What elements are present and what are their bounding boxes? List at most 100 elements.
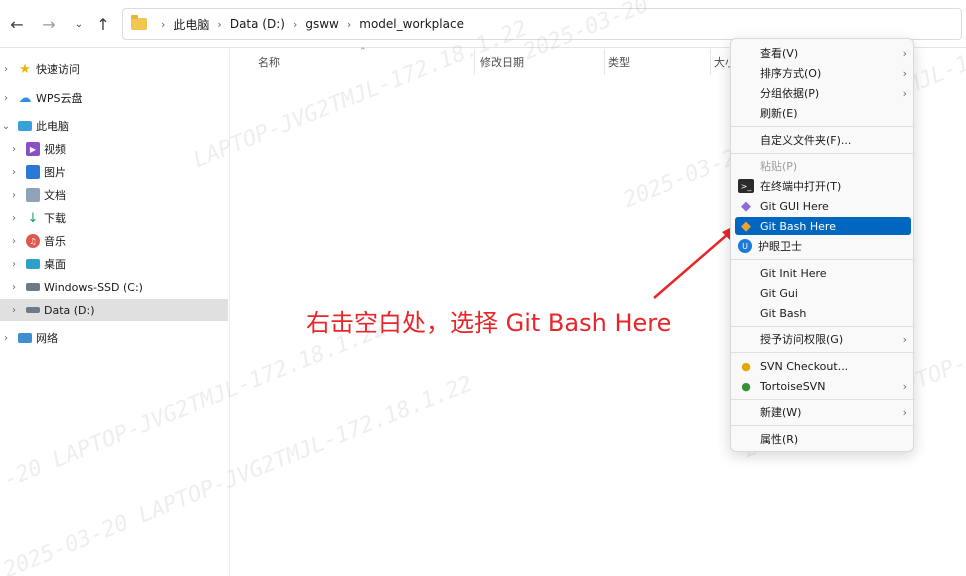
network-icon [18,333,32,343]
menu-item-customize-folder[interactable]: 自定义文件夹(F)... [735,131,911,149]
menu-item-git-gui[interactable]: Git Gui [735,284,911,302]
arrow-up-icon: ↑ [96,14,110,34]
menu-item-sort-by[interactable]: 排序方式(O) › [735,64,911,82]
recent-locations-button[interactable]: ⌄ [68,13,90,35]
menu-item-label: Git Init Here [760,266,827,280]
back-button[interactable]: ← [6,13,28,35]
chevron-right-icon[interactable]: › [0,93,12,104]
sidebar-item-this-pc[interactable]: ⌄ 此电脑 [0,115,228,137]
menu-separator [731,399,915,400]
sidebar-item-label: 快速访问 [36,63,80,76]
navigation-pane: › ★ 快速访问 › ☁ WPS云盘 ⌄ 此电脑 › ▶ 视频 › 图片 › 文… [0,49,230,576]
chevron-right-icon: › [902,46,907,60]
menu-item-refresh[interactable]: 刷新(E) [735,104,911,122]
svn-checkout-icon: ● [741,359,751,373]
address-bar[interactable]: › 此电脑 › Data (D:) › gsww › model_workpla… [122,8,962,40]
sidebar-item-quick-access[interactable]: › ★ 快速访问 [0,58,228,80]
menu-item-git-bash[interactable]: Git Bash [735,304,911,322]
menu-item-git-gui-here[interactable]: ◆ Git GUI Here [735,197,911,215]
menu-item-git-bash-here[interactable]: ◆ Git Bash Here [735,217,911,235]
sidebar-item-videos[interactable]: › ▶ 视频 [0,138,228,160]
menu-item-give-access[interactable]: 授予访问权限(G) › [735,330,911,348]
sidebar-item-label: 此电脑 [36,120,69,133]
chevron-right-icon[interactable]: › [8,213,20,224]
drive-icon [26,283,40,291]
menu-item-label: TortoiseSVN [760,379,826,393]
breadcrumb-item[interactable]: Data (D:) [230,17,285,31]
chevron-down-icon: ⌄ [74,18,84,30]
chevron-right-icon[interactable]: › [8,190,20,201]
terminal-icon: >_ [738,179,754,193]
sidebar-item-label: 下载 [44,212,66,225]
chevron-right-icon[interactable]: › [8,167,20,178]
menu-separator [731,153,915,154]
chevron-right-icon[interactable]: › [8,305,20,316]
menu-item-new[interactable]: 新建(W) › [735,403,911,421]
sidebar-item-drive-c[interactable]: › Windows-SSD (C:) [0,276,228,298]
breadcrumb-item[interactable]: 此电脑 [173,16,209,33]
menu-separator [731,126,915,127]
column-header-name[interactable]: 名称 [231,49,474,75]
menu-item-open-in-terminal[interactable]: >_ 在终端中打开(T) [735,177,911,195]
menu-item-tortoisesvn[interactable]: ● TortoiseSVN › [735,377,911,395]
menu-item-label: 排序方式(O) [760,67,822,80]
menu-item-group-by[interactable]: 分组依据(P) › [735,84,911,102]
menu-separator [731,352,915,353]
chevron-right-icon[interactable]: › [0,333,12,344]
column-header-date[interactable]: 修改日期 [453,49,583,75]
cloud-icon: ☁ [18,90,32,106]
chevron-down-icon[interactable]: ⌄ [0,121,12,132]
sidebar-item-documents[interactable]: › 文档 [0,184,228,206]
eye-guard-icon: U [738,239,752,253]
forward-button[interactable]: → [38,13,60,35]
picture-icon [26,165,40,179]
sidebar-item-desktop[interactable]: › 桌面 [0,253,228,275]
sidebar-item-music[interactable]: › ♫ 音乐 [0,230,228,252]
chevron-right-icon: › [346,17,352,31]
document-icon [26,188,40,202]
chevron-right-icon: › [292,17,298,31]
arrow-right-icon: → [42,14,56,34]
chevron-right-icon[interactable]: › [8,236,20,247]
menu-item-label: 护眼卫士 [758,240,802,253]
context-menu: 查看(V) › 排序方式(O) › 分组依据(P) › 刷新(E) 自定义文件夹… [730,38,915,452]
computer-icon [18,121,32,131]
sidebar-item-drive-d[interactable]: › Data (D:) [0,299,228,321]
breadcrumb-item[interactable]: gsww [305,17,339,31]
menu-item-label: 分组依据(P) [760,87,820,100]
menu-item-eye-guard[interactable]: U 护眼卫士 [735,237,911,255]
sidebar-item-wps-cloud[interactable]: › ☁ WPS云盘 [0,87,228,109]
chevron-right-icon[interactable]: › [8,259,20,270]
menu-item-view[interactable]: 查看(V) › [735,44,911,62]
menu-item-label: Git Bash [760,306,807,320]
sidebar-item-label: 网络 [36,332,58,345]
menu-item-label: Git Bash Here [760,219,836,233]
column-header-type[interactable]: 类型 [581,49,691,75]
git-gui-icon: ◆ [741,198,751,214]
sidebar-item-label: 图片 [44,166,66,179]
menu-item-properties[interactable]: 属性(R) [735,430,911,448]
sidebar-item-network[interactable]: › 网络 [0,327,228,349]
menu-item-paste[interactable]: 粘贴(P) [735,157,911,175]
star-icon: ★ [19,61,31,77]
chevron-right-icon: › [161,17,166,31]
menu-item-label: 在终端中打开(T) [760,180,842,193]
chevron-right-icon[interactable]: › [8,282,20,293]
video-icon: ▶ [26,142,40,156]
annotation-text: 右击空白处，选择 Git Bash Here [306,309,672,337]
column-label: 修改日期 [480,56,524,69]
menu-item-label: 授予访问权限(G) [760,333,844,346]
sidebar-item-label: 桌面 [44,258,66,271]
chevron-right-icon[interactable]: › [8,144,20,155]
sidebar-item-downloads[interactable]: › ↓ 下载 [0,207,228,229]
arrow-left-icon: ← [10,14,24,34]
chevron-right-icon[interactable]: › [0,64,12,75]
breadcrumb-item[interactable]: model_workplace [359,17,464,31]
tortoisesvn-icon: ● [741,379,751,393]
up-button[interactable]: ↑ [92,13,114,35]
sidebar-item-pictures[interactable]: › 图片 [0,161,228,183]
menu-item-git-init-here[interactable]: Git Init Here [735,264,911,282]
sidebar-item-label: 文档 [44,189,66,202]
menu-item-label: Git GUI Here [760,199,829,213]
menu-item-svn-checkout[interactable]: ● SVN Checkout... [735,357,911,375]
